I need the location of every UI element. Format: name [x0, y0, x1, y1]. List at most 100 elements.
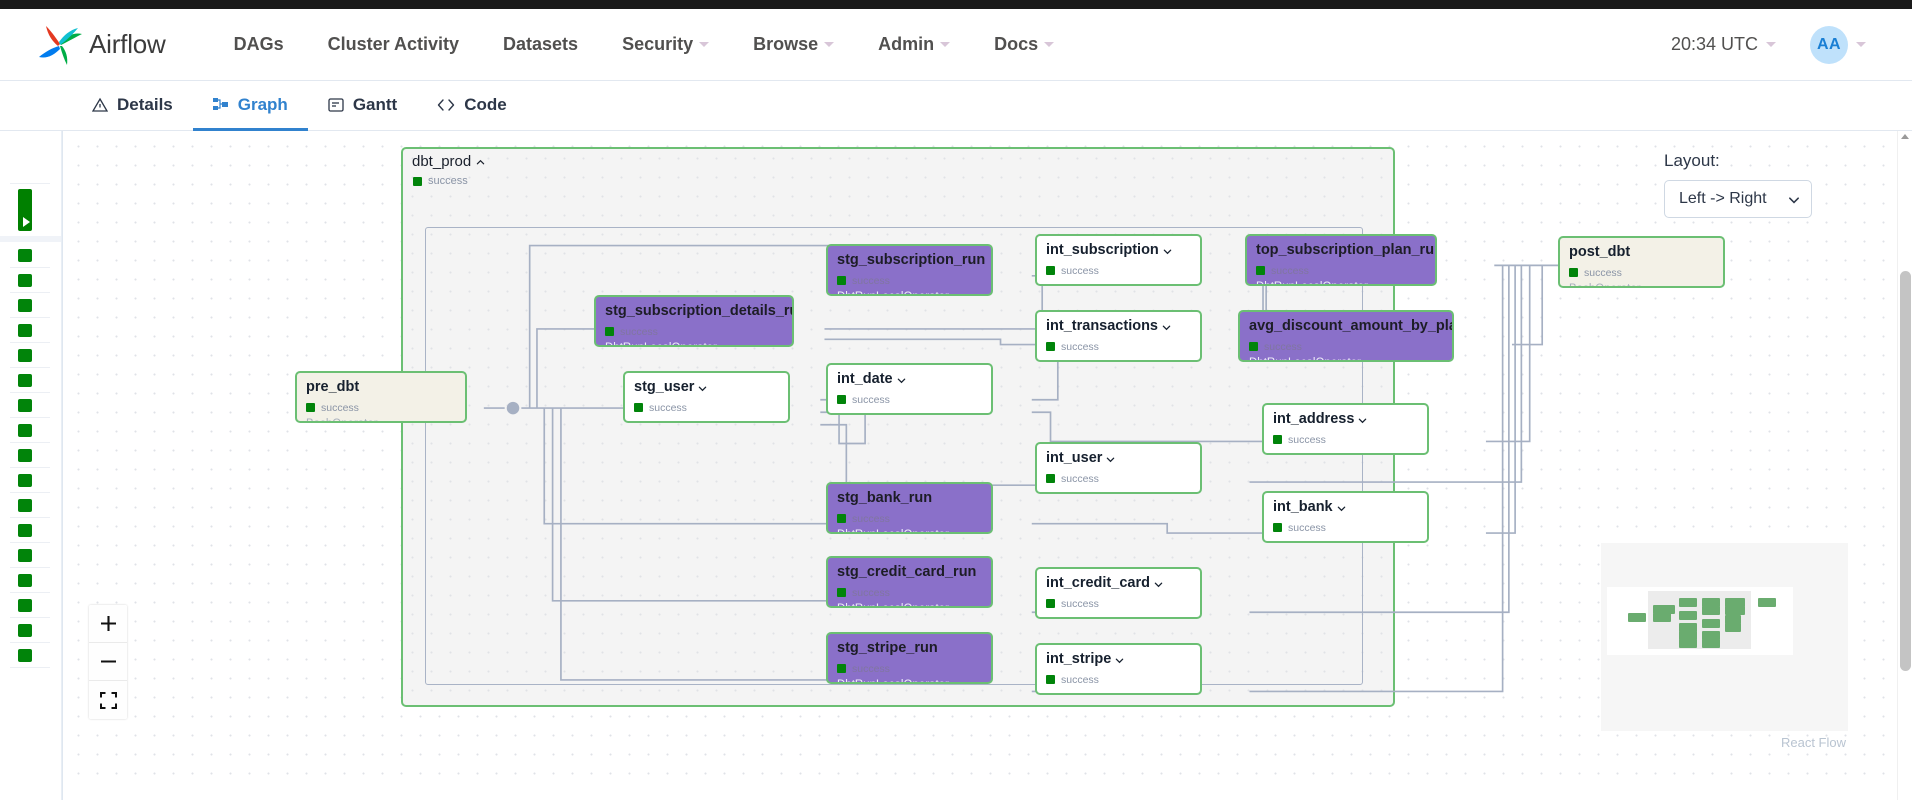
nav-item-security[interactable]: Security [600, 24, 731, 65]
task-instance-square[interactable] [18, 249, 32, 262]
task-instance-square[interactable] [18, 549, 32, 562]
scroll-up-arrow-icon[interactable] [1901, 134, 1909, 139]
task-instance-square[interactable] [18, 474, 32, 487]
avatar[interactable]: AA [1810, 25, 1848, 64]
chevron-down-icon[interactable] [698, 384, 707, 393]
chevron-down-icon[interactable] [1162, 323, 1171, 332]
dag-grid-strip[interactable] [0, 131, 62, 800]
graph-node-stg_subscription_details_run[interactable]: stg_subscription_details_runsuccess DbtRu… [594, 295, 794, 347]
layout-select[interactable]: Left -> Right [1664, 180, 1812, 218]
tab-graph[interactable]: Graph [192, 81, 308, 131]
graph-node-stg_subscription_run[interactable]: stg_subscription_runsuccess DbtRunLocalOp… [826, 244, 993, 296]
nav-item-browse[interactable]: Browse [731, 24, 856, 65]
node-title: stg_stripe_run [837, 640, 982, 657]
task-instance-square[interactable] [18, 449, 32, 462]
main-navbar: Airflow DAGs Cluster Activity Datasets S… [0, 9, 1912, 81]
node-title-text: int_user [1046, 450, 1103, 466]
chevron-down-icon[interactable] [897, 376, 906, 385]
task-instance-square[interactable] [18, 649, 32, 662]
grid-separator [10, 567, 50, 568]
graph-node-int_stripe[interactable]: int_stripe success [1035, 643, 1202, 695]
node-status: success [605, 326, 783, 338]
nav-item-cluster-activity[interactable]: Cluster Activity [306, 24, 481, 65]
react-flow-canvas[interactable]: dbt_prod success pre_dbt success stg_sub… [63, 131, 1886, 776]
tab-details[interactable]: Details [72, 81, 193, 131]
fit-view-button[interactable] [89, 681, 127, 719]
chevron-down-icon [824, 42, 835, 47]
page-vertical-scrollbar[interactable] [1897, 131, 1912, 800]
graph-node-int_user[interactable]: int_user success [1035, 442, 1202, 494]
task-instance-square[interactable] [18, 324, 32, 337]
node-title: int_transactions [1046, 318, 1191, 335]
tab-code[interactable]: Code [417, 81, 527, 131]
minimap-node [1679, 639, 1697, 648]
graph-node-int_bank[interactable]: int_bank success [1262, 491, 1429, 543]
graph-node-stg_credit_card_run[interactable]: stg_credit_card_runsuccess DbtRunLocalOpe… [826, 556, 993, 608]
graph-node-stg_stripe_run[interactable]: stg_stripe_runsuccess DbtRunLocalOperator [826, 632, 993, 684]
graph-node-top_subscription_plan_run[interactable]: top_subscription_plan_runsuccess DbtRunLo… [1245, 234, 1437, 286]
graph-canvas-container[interactable]: dbt_prod success pre_dbt success stg_sub… [62, 131, 1912, 800]
task-instance-square[interactable] [18, 599, 32, 612]
minus-icon [100, 660, 116, 663]
nav-item-datasets[interactable]: Datasets [481, 24, 600, 65]
play-arrow-icon [23, 217, 30, 227]
graph-node-stg_user[interactable]: stg_user success [623, 371, 790, 423]
task-instance-square[interactable] [18, 349, 32, 362]
status-square-icon [837, 395, 846, 405]
minimap-node [1725, 606, 1745, 615]
status-square-icon [1273, 435, 1282, 445]
node-status: success [1249, 341, 1443, 353]
zoom-in-button[interactable] [89, 605, 127, 643]
graph-node-post_dbt[interactable]: post_dbtsuccess BashOperator [1558, 236, 1725, 288]
graph-node-pre_dbt[interactable]: pre_dbtsuccess BashOperator [295, 371, 467, 423]
chevron-down-icon[interactable] [1163, 247, 1172, 256]
node-title: stg_subscription_run [837, 252, 985, 269]
nav-item-admin[interactable]: Admin [856, 24, 972, 65]
graph-minimap[interactable] [1601, 543, 1848, 731]
chevron-down-icon[interactable] [1358, 416, 1367, 425]
graph-node-int_date[interactable]: int_date success [826, 363, 993, 415]
chevron-down-icon [940, 42, 951, 47]
task-instance-square[interactable] [18, 299, 32, 312]
chevron-down-icon[interactable] [1337, 504, 1346, 513]
task-instance-square[interactable] [18, 274, 32, 287]
nav-item-label: Cluster Activity [327, 34, 460, 54]
nav-item-label: Docs [994, 34, 1039, 54]
task-instance-square[interactable] [18, 574, 32, 587]
nav-item-label: Security [622, 34, 694, 54]
graph-node-int_subscription[interactable]: int_subscription success [1035, 234, 1202, 286]
task-instance-square[interactable] [18, 424, 32, 437]
react-flow-attribution[interactable]: React Flow [1781, 735, 1846, 750]
task-instance-square[interactable] [18, 399, 32, 412]
nav-item-docs[interactable]: Docs [972, 24, 1076, 65]
graph-icon [212, 97, 229, 113]
task-instance-square[interactable] [18, 499, 32, 512]
task-instance-square[interactable] [18, 524, 32, 537]
zoom-out-button[interactable] [89, 643, 127, 681]
graph-node-stg_bank_run[interactable]: stg_bank_runsuccess DbtRunLocalOperator [826, 482, 993, 534]
task-instance-square[interactable] [18, 374, 32, 387]
grid-separator [10, 292, 50, 293]
nav-item-dags[interactable]: DAGs [212, 24, 306, 65]
status-square-icon [1046, 342, 1055, 352]
chevron-up-icon[interactable] [476, 158, 485, 167]
zoom-controls[interactable] [89, 605, 127, 719]
task-group-dbt-prod[interactable]: dbt_prod success [401, 147, 1395, 707]
node-status-label: success [1061, 597, 1099, 610]
chevron-down-icon[interactable] [1115, 656, 1124, 665]
chevron-down-icon[interactable] [1766, 42, 1776, 47]
graph-node-int_address[interactable]: int_address success [1262, 403, 1429, 455]
graph-node-int_credit_card[interactable]: int_credit_card success [1035, 567, 1202, 619]
chevron-down-icon[interactable] [1154, 580, 1163, 589]
graph-node-int_transactions[interactable]: int_transactions success [1035, 310, 1202, 362]
chevron-down-icon[interactable] [1106, 455, 1115, 464]
scrollbar-thumb[interactable] [1900, 271, 1911, 671]
airflow-brand[interactable]: Airflow [34, 21, 166, 69]
task-instance-square[interactable] [18, 624, 32, 637]
grid-separator [10, 617, 50, 618]
gantt-icon [328, 97, 344, 113]
minimap-node [1702, 606, 1720, 615]
tab-gantt[interactable]: Gantt [308, 81, 417, 131]
graph-node-avg_discount_amount_by_plan_run[interactable]: avg_discount_amount_by_plan_runsuccess Db… [1238, 310, 1454, 362]
chevron-down-icon[interactable] [1856, 42, 1866, 47]
